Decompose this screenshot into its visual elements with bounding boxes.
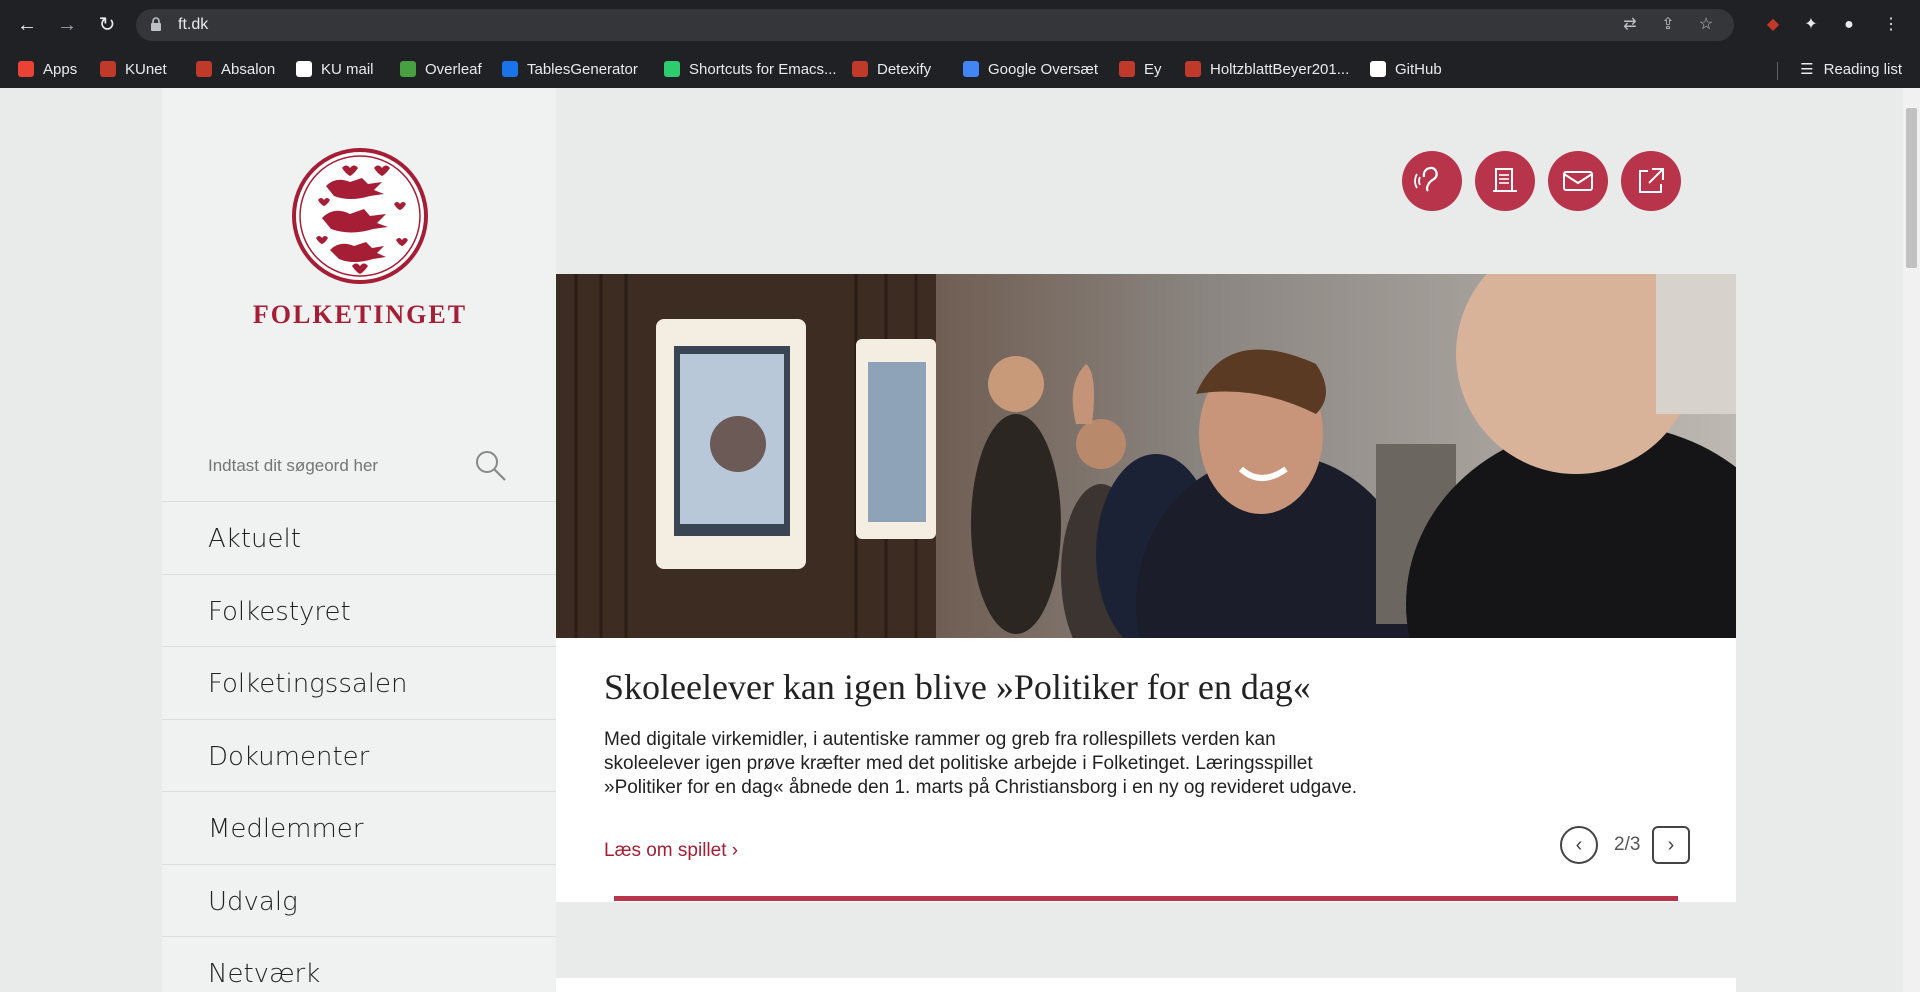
menu-item-netværk[interactable]: Netværk — [162, 936, 556, 992]
main-content: Skoleelever kan igen blive »Politiker fo… — [556, 88, 1736, 992]
slide-counter: 2/3 — [1614, 834, 1641, 855]
page-scrollbar[interactable] — [1903, 88, 1920, 992]
search-input[interactable] — [208, 451, 448, 481]
article-body: Med digitale virkemidler, i autentiske r… — [604, 729, 1358, 798]
bookmark-item[interactable]: Overleaf — [400, 58, 482, 80]
menu-item-label: Dokumenter — [208, 741, 370, 772]
browser-chrome: ← → ↻ ft.dk ⇄ ⇪ ☆ ◆ ✦ ● ⋮ Apps KUnet Absal… — [0, 0, 1920, 88]
overleaf-icon — [400, 61, 416, 77]
bookmark-item[interactable]: KU mail — [296, 58, 374, 80]
menu-item-folketingssalen[interactable]: Folketingssalen — [162, 646, 556, 718]
share-icon[interactable]: ⇪ — [1658, 15, 1678, 35]
menu-item-dokumenter[interactable]: Dokumenter — [162, 718, 556, 791]
logo-wordmark: FOLKETINGET — [252, 300, 468, 329]
tablesgenerator-icon — [502, 61, 518, 77]
forward-icon[interactable]: → — [52, 10, 82, 40]
menu-item-folkestyret[interactable]: Folkestyret — [162, 573, 556, 646]
lock-icon — [151, 17, 161, 31]
reading-list-button[interactable]: ☰ Reading list — [1800, 58, 1902, 80]
translate-icon[interactable]: ⇄ — [1620, 15, 1640, 35]
bookmark-item[interactable]: HoltzblattBeyer201... — [1185, 58, 1349, 80]
bookmark-label: Ey — [1144, 60, 1162, 78]
ublock-icon[interactable]: ◆ — [1760, 12, 1786, 38]
reading-list-icon: ☰ — [1800, 61, 1814, 78]
ear-icon[interactable] — [1402, 151, 1462, 211]
search-box — [162, 433, 556, 501]
bookmark-item[interactable]: Shortcuts for Emacs... — [664, 58, 837, 80]
bookmark-label: KU mail — [321, 60, 374, 78]
sidebar: FOLKETINGET Aktuelt Folkestyret Folketings… — [162, 88, 556, 992]
bookmarks-bar: Apps KUnet Absalon KU mail Overleaf TablesGen… — [0, 50, 1920, 88]
address-bar[interactable]: ft.dk ⇄ ⇪ ☆ — [136, 9, 1734, 41]
menu-item-label: Udvalg — [208, 886, 298, 917]
bookmark-item[interactable]: TablesGenerator — [502, 58, 638, 80]
read-more-link[interactable]: Læs om spillet › — [604, 840, 738, 862]
students-photo — [556, 274, 1736, 638]
github-icon — [1370, 61, 1386, 77]
reload-icon[interactable]: ↻ — [92, 10, 122, 40]
url-text: ft.dk — [178, 16, 209, 33]
reading-list-label: Reading list — [1823, 60, 1902, 78]
hero-image — [556, 274, 1736, 638]
menu-item-label: Netværk — [208, 959, 321, 989]
menu-item-label: Folketingssalen — [208, 669, 408, 699]
bookmark-label: Absalon — [221, 60, 276, 78]
apps-icon — [18, 61, 34, 77]
globe-icon — [296, 61, 312, 77]
article-title[interactable]: Skoleelever kan igen blive »Politiker fo… — [604, 666, 1311, 708]
coat-of-arms-icon — [292, 148, 428, 284]
scrollbar-thumb[interactable] — [1906, 108, 1917, 268]
carousel-progress-bar — [614, 896, 1678, 901]
detexify-icon — [852, 61, 868, 77]
bookmark-label: Google Oversæt — [988, 60, 1099, 78]
bookmark-item[interactable]: Apps — [18, 58, 77, 80]
bookmark-item[interactable]: KUnet — [100, 58, 167, 80]
featured-article: Skoleelever kan igen blive »Politiker fo… — [556, 638, 1736, 902]
folketinget-logo[interactable]: FOLKETINGET — [250, 148, 470, 348]
chevron-left-icon[interactable]: ‹ — [1560, 826, 1598, 864]
bookmark-label: Apps — [43, 60, 78, 78]
back-icon[interactable]: ← — [12, 10, 42, 40]
menu-item-label: Folkestyret — [208, 596, 351, 627]
menu-item-label: Aktuelt — [208, 524, 301, 554]
menu-item-aktuelt[interactable]: Aktuelt — [162, 501, 556, 573]
menu-item-label: Medlemmer — [208, 814, 364, 844]
bookmark-label: Overleaf — [425, 60, 482, 78]
bookmark-label: Shortcuts for Emacs... — [689, 60, 837, 78]
menu-item-udvalg[interactable]: Udvalg — [162, 863, 556, 936]
google-translate-icon — [963, 61, 979, 77]
absalon-icon — [196, 61, 212, 77]
chevron-right-icon[interactable]: › — [1652, 826, 1690, 864]
search-icon[interactable] — [474, 449, 508, 483]
browser-toolbar: ← → ↻ ft.dk ⇄ ⇪ ☆ ◆ ✦ ● ⋮ — [0, 0, 1920, 50]
document-icon[interactable] — [1475, 151, 1535, 211]
bookmark-item[interactable]: Ey — [1119, 58, 1162, 80]
menu-item-medlemmer[interactable]: Medlemmer — [162, 791, 556, 863]
kunet-icon — [100, 61, 116, 77]
emacs-icon — [664, 61, 680, 77]
bookmark-label: TablesGenerator — [527, 60, 638, 78]
extensions-icon[interactable]: ✦ — [1798, 12, 1824, 38]
bookmark-label: Detexify — [877, 60, 932, 78]
bookmark-item[interactable]: Detexify — [852, 58, 931, 80]
bookmark-label: GitHub — [1395, 60, 1442, 78]
carousel-pager: ‹ 2/3 › — [1560, 824, 1700, 864]
bookmark-item[interactable]: Google Oversæt — [963, 58, 1098, 80]
bookmark-label: KUnet — [125, 60, 167, 78]
next-section-edge — [556, 978, 1736, 992]
bookmark-item[interactable]: GitHub — [1370, 58, 1442, 80]
holtzblatt-icon — [1185, 61, 1201, 77]
ey-icon — [1119, 61, 1135, 77]
mail-icon[interactable] — [1548, 151, 1608, 211]
bookmark-label: HoltzblattBeyer201... — [1210, 60, 1350, 78]
external-link-icon[interactable] — [1621, 151, 1681, 211]
bookmarks-separator — [1777, 62, 1778, 80]
profile-avatar-icon[interactable]: ● — [1836, 12, 1862, 38]
browser-menu-icon[interactable]: ⋮ — [1878, 12, 1904, 38]
bookmark-star-icon[interactable]: ☆ — [1696, 15, 1716, 35]
bookmark-item[interactable]: Absalon — [196, 58, 275, 80]
page-viewport: FOLKETINGET Aktuelt Folkestyret Folketings… — [0, 88, 1920, 992]
